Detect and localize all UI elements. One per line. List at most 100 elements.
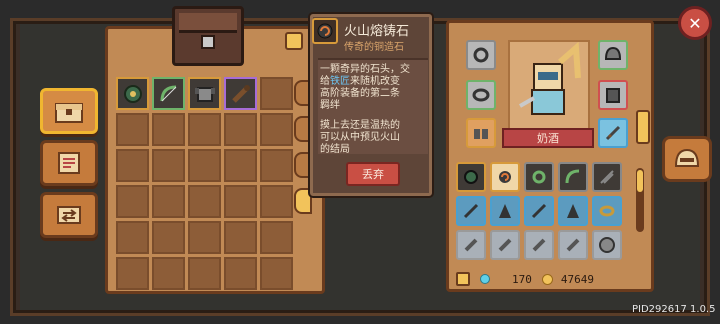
bag-slot[interactable] [558, 162, 588, 192]
bone-icon [566, 238, 580, 252]
tab-storage[interactable] [40, 88, 98, 134]
storage-slot[interactable] [116, 221, 149, 254]
storage-slot[interactable] [260, 149, 293, 182]
storage-slot[interactable] [260, 185, 293, 218]
tooltip-flavor-line: 可以从中预见火山 [320, 132, 400, 143]
collapse-tab[interactable] [636, 110, 650, 144]
equip-slot-armor[interactable] [598, 80, 628, 110]
bone-icon [532, 238, 546, 252]
bow-item-icon [565, 169, 580, 184]
tooltip-desc-line: 羁绊 [320, 100, 340, 111]
storage-slot[interactable] [188, 113, 221, 146]
storage-slot[interactable] [188, 185, 221, 218]
amulet-item-icon [464, 170, 478, 184]
storage-slot[interactable] [224, 185, 257, 218]
swirl-stone-icon [317, 23, 333, 39]
ring-icon [599, 205, 615, 217]
scrollbar-thumb[interactable] [637, 170, 643, 192]
armor-icon [606, 88, 620, 103]
storage-slot[interactable] [260, 77, 293, 110]
dagger-icon [463, 203, 479, 219]
storage-slot[interactable] [152, 221, 185, 254]
storage-slot[interactable] [224, 113, 257, 146]
bag-slot[interactable] [592, 162, 622, 192]
character-name: 奶酒 [502, 128, 594, 148]
storage-slot[interactable] [152, 77, 185, 110]
tooltip-item-icon [312, 18, 338, 44]
bag-slot[interactable] [558, 196, 588, 226]
bag-slot[interactable] [558, 230, 588, 260]
bag-slot[interactable] [490, 230, 520, 260]
storage-slot[interactable] [152, 257, 185, 290]
storage-slot[interactable] [188, 149, 221, 182]
tooltip-subtitle: 传奇的铜造石 [344, 42, 404, 53]
storage-slot[interactable] [152, 113, 185, 146]
backpack-scrollbar[interactable] [636, 168, 644, 232]
version-label: PID292617 1.0.5 [632, 304, 716, 315]
spike-icon [567, 204, 579, 218]
storage-slot[interactable] [188, 257, 221, 290]
chest-icon [55, 103, 83, 123]
bag-slot[interactable] [456, 230, 486, 260]
storage-slot[interactable] [224, 221, 257, 254]
exchange-icon [57, 206, 81, 224]
bag-slot[interactable] [524, 230, 554, 260]
equip-slot-helmet[interactable] [598, 40, 628, 70]
gem-icon [480, 274, 490, 284]
tab-exchange[interactable] [40, 192, 98, 238]
bag-slot[interactable] [490, 162, 520, 192]
discard-button[interactable]: 丢弃 [346, 162, 400, 186]
character-sprite-icon [519, 41, 581, 115]
bone-icon [498, 238, 512, 252]
storage-slot[interactable] [116, 77, 149, 110]
storage-slot[interactable] [188, 77, 221, 110]
close-icon: ✕ [688, 13, 702, 33]
tooltip-desc-line: 一颗奇异的石头，交 [320, 64, 410, 75]
bag-slot[interactable] [592, 196, 622, 226]
storage-slot[interactable] [116, 113, 149, 146]
storage-slot[interactable] [188, 221, 221, 254]
storage-slot[interactable] [260, 113, 293, 146]
bag-slot[interactable] [456, 162, 486, 192]
shield-icon [599, 237, 615, 253]
necklace-icon [473, 47, 489, 63]
equip-slot-boots[interactable] [466, 118, 496, 148]
blacksmith-link: 铁匠 [330, 76, 350, 87]
equip-slot-weapon[interactable] [598, 118, 628, 148]
gem-count: 170 [512, 272, 532, 286]
storage-slot[interactable] [116, 185, 149, 218]
storage-slot[interactable] [224, 149, 257, 182]
chest-armor-item-icon [194, 86, 215, 102]
storage-slot[interactable] [224, 77, 257, 110]
bag-slot[interactable] [524, 196, 554, 226]
boots-icon [474, 129, 488, 139]
helmet-icon [674, 148, 700, 167]
close-button[interactable]: ✕ [678, 6, 712, 40]
bag-slot[interactable] [490, 196, 520, 226]
coin-icon [541, 273, 553, 285]
equipment-tab-button[interactable] [662, 136, 712, 182]
equip-slot-ring[interactable] [466, 80, 496, 110]
bag-slot[interactable] [592, 230, 622, 260]
storage-slot[interactable] [116, 149, 149, 182]
bone-icon [464, 238, 478, 252]
lock-icon[interactable] [456, 272, 470, 286]
coin-count: 47649 [560, 272, 594, 286]
storage-slot[interactable] [224, 257, 257, 290]
bag-slot[interactable] [456, 196, 486, 226]
storage-slot[interactable] [116, 257, 149, 290]
ring-icon [472, 88, 490, 102]
amulet-item-icon [123, 84, 142, 103]
storage-grid [116, 77, 293, 290]
sort-button[interactable] [285, 32, 303, 50]
ring-icon [532, 170, 546, 184]
club-item-icon [231, 84, 250, 103]
storage-slot[interactable] [260, 221, 293, 254]
equip-slot-necklace[interactable] [466, 40, 496, 70]
bag-slot[interactable] [524, 162, 554, 192]
storage-slot[interactable] [260, 257, 293, 290]
backpack-grid [456, 162, 628, 272]
storage-slot[interactable] [152, 185, 185, 218]
storage-slot[interactable] [152, 149, 185, 182]
tab-recipes[interactable] [40, 140, 98, 186]
